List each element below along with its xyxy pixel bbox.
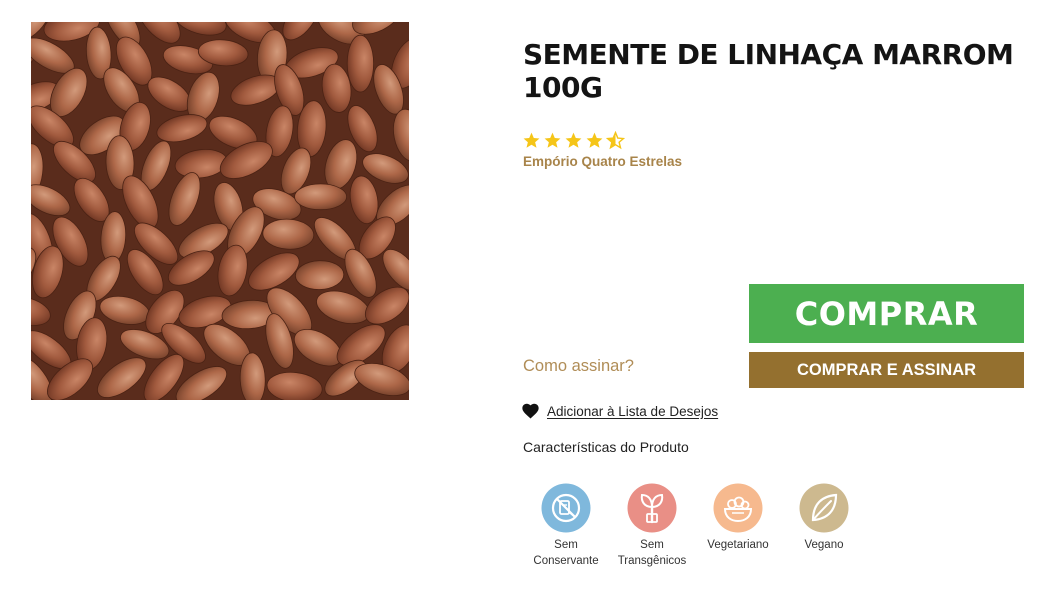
buy-button[interactable]: COMPRAR xyxy=(749,284,1024,343)
no-preservatives-icon xyxy=(541,483,591,533)
salad-bowl-icon xyxy=(713,483,763,533)
rating-stars xyxy=(522,131,625,150)
star-half-icon xyxy=(606,131,625,150)
buy-and-subscribe-button[interactable]: COMPRAR E ASSINAR xyxy=(749,352,1024,388)
feature-label: Vegano xyxy=(804,539,844,551)
star-full-icon xyxy=(565,132,582,148)
star-full-icon xyxy=(523,132,540,148)
product-image[interactable] xyxy=(31,22,409,400)
how-to-subscribe-link[interactable]: Como assinar? xyxy=(523,357,634,376)
star-full-icon xyxy=(544,132,561,148)
sprout-icon xyxy=(627,483,677,533)
heart-icon xyxy=(522,403,539,419)
leaf-icon xyxy=(799,483,849,533)
brand-name[interactable]: Empório Quatro Estrelas xyxy=(523,154,682,169)
feature-vegetarian: Vegetariano xyxy=(695,482,781,569)
feature-label: Sem Transgênicos xyxy=(617,539,687,567)
wishlist-label: Adicionar à Lista de Desejos xyxy=(547,403,719,419)
feature-badges: Sem Conservante Sem Transgênicos Vegetar… xyxy=(523,482,867,569)
flaxseed-photo xyxy=(31,22,409,400)
add-to-wishlist-link[interactable]: Adicionar à Lista de Desejos xyxy=(522,403,718,419)
feature-no-preservatives: Sem Conservante xyxy=(523,482,609,569)
features-title: Características do Produto xyxy=(523,439,689,455)
feature-vegan: Vegano xyxy=(781,482,867,569)
product-title: SEMENTE DE LINHAÇA MARROM 100G xyxy=(523,38,1014,104)
star-full-icon xyxy=(586,132,603,148)
feature-label: Sem Conservante xyxy=(533,539,599,567)
feature-no-gmo: Sem Transgênicos xyxy=(609,482,695,569)
feature-label: Vegetariano xyxy=(707,539,769,551)
